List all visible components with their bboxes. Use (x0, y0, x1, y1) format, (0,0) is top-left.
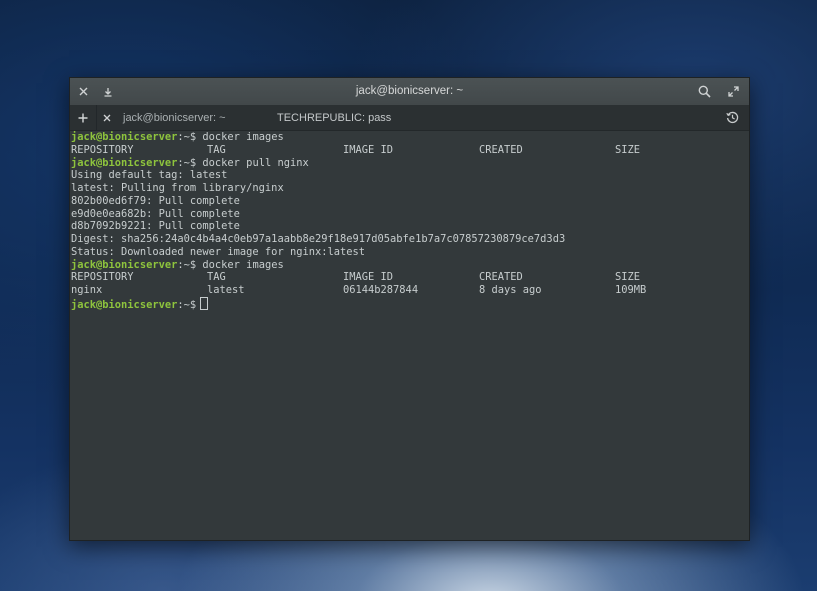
text-cursor (200, 296, 209, 310)
table-header: REPOSITORY TAG IMAGE ID CREATED SIZE (71, 271, 749, 284)
close-icon (103, 114, 111, 121)
command-text: docker pull nginx (196, 156, 309, 169)
table-header: REPOSITORY TAG IMAGE ID CREATED SIZE (71, 144, 749, 157)
output-line: Using default tag: latest (71, 169, 228, 182)
header-repository: REPOSITORY (71, 271, 134, 284)
command-text: docker images (196, 258, 284, 271)
tab-jack-bionicserver[interactable]: jack@bionicserver: ~ (97, 105, 247, 130)
row-size: 109MB (615, 284, 647, 296)
row-tag: latest (207, 284, 245, 296)
prompt-suffix: :~$ (177, 258, 197, 271)
row-repository: nginx (71, 284, 103, 296)
prompt-user: jack@bionicserver (71, 131, 178, 143)
row-image-id: 06144b287844 (343, 284, 419, 296)
prompt-line: jack@bionicserver:~$ docker pull nginx (71, 157, 749, 170)
output-line: 802b00ed6f79: Pull complete (71, 194, 240, 207)
maximize-button[interactable] (721, 78, 745, 105)
prompt-line: jack@bionicserver:~$ docker images (71, 131, 749, 144)
header-size: SIZE (615, 271, 641, 284)
terminal-output[interactable]: jack@bionicserver:~$ docker images REPOS… (70, 131, 749, 540)
table-row: nginx latest 06144b287844 8 days ago 109MB (71, 284, 749, 297)
tab-close-button[interactable] (97, 114, 117, 122)
search-button[interactable] (692, 78, 716, 105)
search-icon (698, 85, 711, 98)
tab-techrepublic-pass[interactable]: TECHREPUBLIC: pass (248, 105, 398, 130)
prompt-line: jack@bionicserver:~$ docker images (71, 259, 749, 272)
prompt-suffix: :~$ (177, 298, 197, 311)
tab-label: TECHREPUBLIC: pass (277, 111, 392, 124)
prompt-suffix: :~$ (177, 156, 197, 169)
maximize-icon (727, 86, 739, 97)
header-created: CREATED (479, 143, 523, 156)
window-title: jack@bionicserver: ~ (355, 85, 464, 97)
history-icon (725, 111, 738, 124)
prompt-user: jack@bionicserver (71, 298, 178, 311)
header-image-id: IMAGE ID (343, 271, 394, 284)
header-repository: REPOSITORY (71, 143, 134, 156)
header-created: CREATED (479, 271, 523, 284)
prompt-line: jack@bionicserver:~$ (71, 296, 749, 311)
output-line: Digest: sha256:24a0c4b4a4c0eb97a1aabb8e2… (71, 233, 566, 245)
header-image-id: IMAGE ID (343, 143, 394, 156)
prompt-user: jack@bionicserver (71, 258, 178, 271)
tab-bar: jack@bionicserver: ~ TECHREPUBLIC: pass (70, 105, 749, 131)
output-line: e9d0e0ea682b: Pull complete (71, 207, 240, 220)
command-text: docker images (196, 131, 284, 143)
output-line: latest: Pulling from library/nginx (71, 182, 284, 194)
new-tab-button[interactable] (70, 105, 97, 130)
plus-icon (78, 113, 88, 122)
terminal-window: jack@bionicserver: ~ jack@bionicserver: … (69, 77, 750, 541)
history-button[interactable] (721, 105, 743, 130)
header-tag: TAG (207, 143, 226, 156)
header-tag: TAG (207, 271, 226, 284)
header-size: SIZE (615, 143, 641, 156)
output-line: Status: Downloaded newer image for nginx… (71, 245, 366, 258)
output-line: d8b7092b9221: Pull complete (71, 220, 240, 233)
prompt-user: jack@bionicserver (71, 156, 178, 169)
tab-label: jack@bionicserver: ~ (123, 111, 226, 124)
prompt-suffix: :~$ (177, 131, 197, 143)
title-bar: jack@bionicserver: ~ (70, 78, 749, 105)
row-created: 8 days ago (479, 284, 542, 296)
